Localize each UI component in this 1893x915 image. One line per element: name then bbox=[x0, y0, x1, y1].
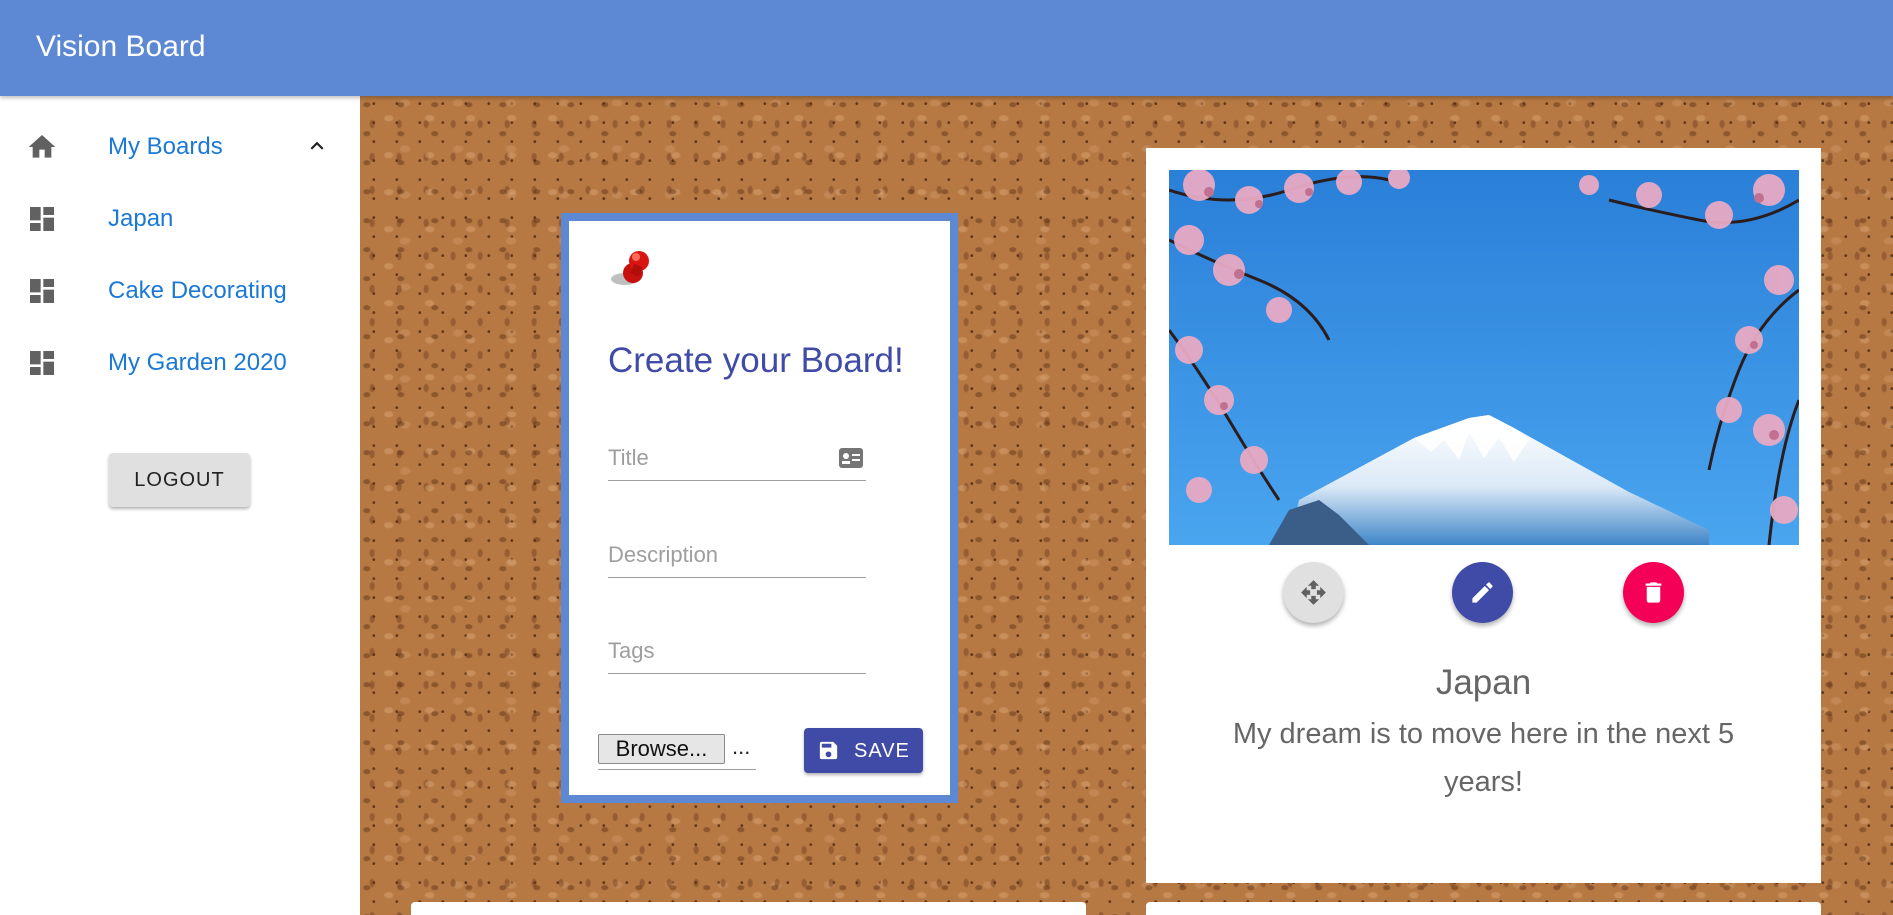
title-input[interactable] bbox=[608, 437, 838, 479]
contact-card-icon bbox=[839, 448, 863, 468]
sidebar-item-label: Cake Decorating bbox=[108, 277, 287, 304]
app-bar: Vision Board bbox=[0, 0, 1893, 96]
save-button-label: SAVE bbox=[854, 740, 910, 762]
pushpin-icon bbox=[611, 251, 649, 285]
browse-button[interactable]: Browse... bbox=[598, 734, 725, 764]
file-input: Browse... ... bbox=[598, 732, 756, 770]
file-name-text: ... bbox=[732, 734, 751, 759]
sidebar-item-label: My Boards bbox=[108, 133, 223, 160]
tags-input[interactable] bbox=[608, 630, 838, 672]
sidebar-item-label: Japan bbox=[108, 205, 174, 232]
description-input[interactable] bbox=[608, 534, 838, 576]
dashboard-icon bbox=[30, 279, 54, 303]
logout-button[interactable]: LOGOUT bbox=[109, 453, 250, 507]
board-card-partial bbox=[411, 902, 1086, 915]
board-card-partial bbox=[1146, 902, 1821, 915]
dashboard-icon bbox=[30, 207, 54, 231]
app-title: Vision Board bbox=[36, 30, 206, 63]
sidebar-item-label: My Garden 2020 bbox=[108, 349, 287, 376]
save-icon bbox=[819, 741, 838, 760]
sidebar-item-my-boards[interactable]: My Boards bbox=[0, 109, 360, 181]
sidebar-item-my-garden-2020[interactable]: My Garden 2020 bbox=[0, 325, 360, 397]
save-button[interactable]: SAVE bbox=[804, 728, 923, 773]
description-field bbox=[608, 534, 866, 578]
board-description: My dream is to move here in the next 5 y… bbox=[1232, 718, 1735, 798]
board-title: Japan bbox=[1435, 663, 1532, 702]
sidebar-item-japan[interactable]: Japan bbox=[0, 181, 360, 253]
board-card-japan: Japan My dream is to move here in the ne… bbox=[1146, 148, 1821, 883]
dashboard-icon bbox=[30, 351, 54, 375]
board-image bbox=[1169, 170, 1799, 545]
move-icon bbox=[1301, 580, 1326, 605]
create-board-title: Create your Board! bbox=[608, 341, 904, 380]
edit-icon bbox=[1472, 582, 1493, 603]
home-icon bbox=[28, 135, 56, 158]
sidebar: My Boards Japan Cake Decorating My Garde… bbox=[0, 96, 360, 915]
tags-field bbox=[608, 630, 866, 674]
title-field bbox=[608, 437, 866, 481]
edit-board-button[interactable] bbox=[1452, 562, 1513, 623]
chevron-up-icon[interactable] bbox=[304, 133, 330, 159]
move-board-button[interactable] bbox=[1283, 562, 1344, 623]
delete-board-button[interactable] bbox=[1623, 562, 1684, 623]
sidebar-item-cake-decorating[interactable]: Cake Decorating bbox=[0, 253, 360, 325]
delete-icon bbox=[1645, 582, 1662, 603]
create-board-card: Create your Board! Browse... ... SAVE bbox=[561, 213, 958, 803]
